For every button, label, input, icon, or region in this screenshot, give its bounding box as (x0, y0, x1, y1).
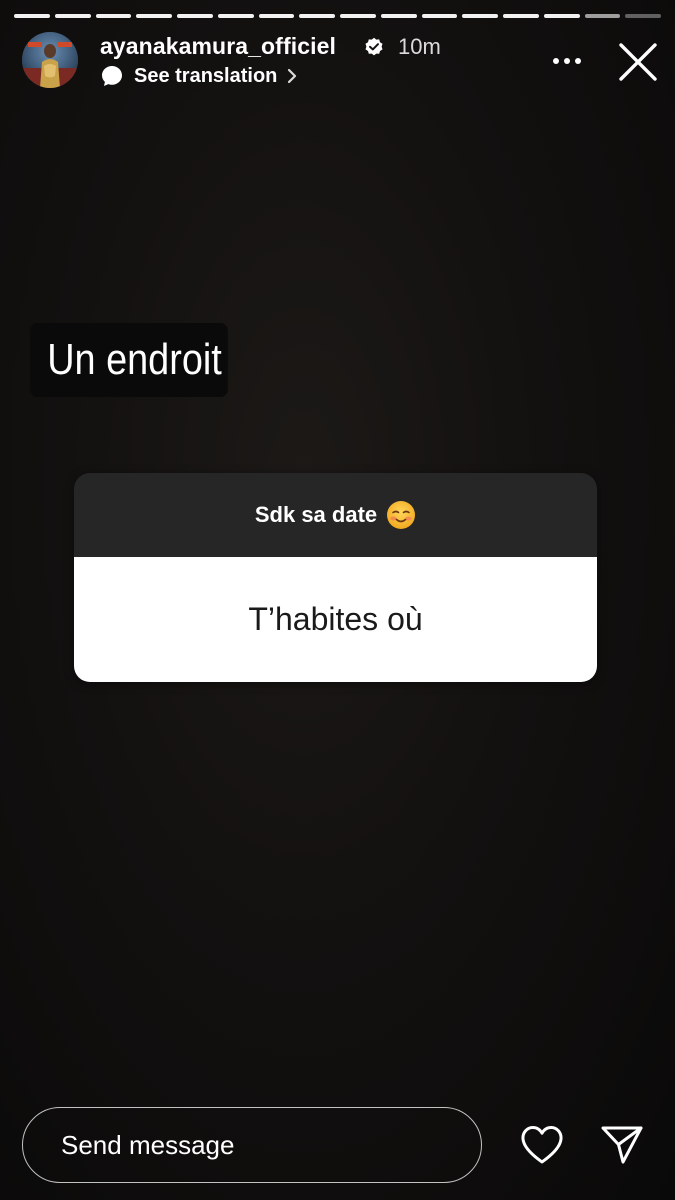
progress-segment (421, 14, 458, 18)
question-sticker[interactable]: Sdk sa date T’habites où (74, 473, 597, 682)
progress-segment (503, 14, 539, 18)
send-message-input[interactable] (22, 1107, 482, 1183)
progress-segment (217, 14, 254, 18)
question-sticker-header-text: Sdk sa date (254, 502, 378, 527)
close-icon[interactable] (616, 40, 660, 84)
progress-segment (177, 14, 213, 18)
progress-segment (299, 14, 335, 18)
progress-segment (95, 14, 132, 18)
chevron-right-icon (288, 68, 297, 84)
progress-segment (136, 14, 172, 18)
story-username[interactable]: ayanakamura_officiel (100, 33, 336, 60)
question-sticker-header: Sdk sa date (74, 473, 597, 557)
story-viewer[interactable]: ayanakamura_officiel 10m See translation… (0, 0, 675, 1200)
progress-segment (543, 14, 580, 18)
translate-bubble-icon (102, 66, 122, 86)
see-translation-link[interactable]: See translation (100, 62, 299, 90)
progress-segment-current (584, 14, 621, 18)
progress-segment (625, 14, 661, 18)
progress-segment (14, 14, 50, 18)
send-icon[interactable] (598, 1122, 646, 1168)
avatar-image (22, 32, 78, 88)
answer-text-label: Un endroit (30, 323, 228, 397)
smiling-face-icon (387, 501, 416, 529)
story-timestamp: 10m (398, 34, 441, 59)
heart-icon[interactable] (518, 1122, 566, 1168)
see-translation-label: See translation (134, 64, 278, 87)
progress-segment (54, 14, 91, 18)
question-text: T’habites où (248, 601, 423, 637)
progress-segment (462, 14, 498, 18)
story-progress-bar (14, 14, 661, 18)
question-sticker-body: T’habites où (74, 557, 597, 682)
progress-segment (380, 14, 417, 18)
progress-segment (258, 14, 295, 18)
profile-avatar[interactable] (22, 32, 78, 88)
progress-segment (340, 14, 376, 18)
more-options-icon[interactable] (546, 46, 588, 76)
verified-badge-icon (365, 37, 383, 56)
